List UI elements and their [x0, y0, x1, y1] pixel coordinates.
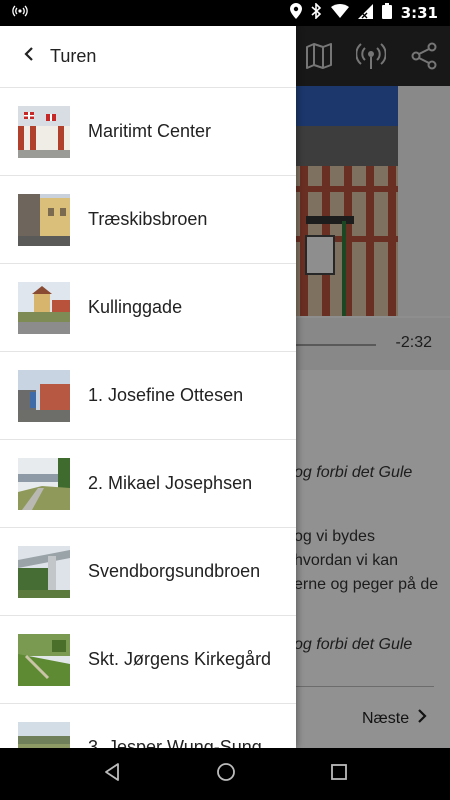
location-thumbnail [18, 545, 70, 598]
drawer-title: Turen [50, 46, 97, 66]
drawer-item[interactable]: Træskibsbroen [0, 176, 296, 264]
navigation-drawer: Turen Maritimt Center Træskibsbroen Kull… [0, 26, 296, 748]
item-label: Træskibsbroen [88, 209, 208, 229]
item-label: Skt. Jørgens Kirkegård [88, 649, 272, 669]
location-icon [289, 3, 302, 23]
signal-icon [357, 3, 373, 23]
recents-icon[interactable] [330, 763, 348, 786]
drawer-item[interactable]: Svendborgsundbroen [0, 528, 296, 616]
drawer-item[interactable]: 2. Mikael Josephsen [0, 440, 296, 528]
location-thumbnail [18, 105, 70, 158]
item-label: 1. Josefine Ottesen [88, 385, 244, 405]
broadcast-status-icon [12, 3, 28, 23]
status-bar: 3:31 [0, 0, 450, 26]
drawer-item[interactable]: Maritimt Center [0, 88, 296, 176]
item-label: Kullinggade [88, 297, 183, 317]
item-label: Svendborgsundbroen [88, 561, 261, 581]
wifi-icon [330, 4, 349, 22]
location-thumbnail [18, 633, 70, 686]
item-label: 2. Mikael Josephsen [88, 473, 253, 493]
home-icon[interactable] [216, 762, 236, 787]
drawer-item[interactable]: Skt. Jørgens Kirkegård [0, 616, 296, 704]
drawer-item[interactable]: Kullinggade [0, 264, 296, 352]
location-thumbnail [18, 721, 70, 748]
drawer-header[interactable]: Turen [0, 26, 296, 88]
battery-icon [381, 3, 392, 23]
item-label: Maritimt Center [88, 121, 212, 141]
drawer-item[interactable]: 1. Josefine Ottesen [0, 352, 296, 440]
bluetooth-icon [311, 2, 322, 23]
drawer-item[interactable]: 3. Jesper Wung-Sung [0, 704, 296, 748]
back-icon[interactable] [102, 762, 122, 787]
item-label: 3. Jesper Wung-Sung [88, 737, 262, 748]
location-thumbnail [18, 193, 70, 246]
location-thumbnail [18, 281, 70, 334]
back-arrow-icon[interactable] [24, 46, 34, 67]
location-thumbnail [18, 457, 70, 510]
status-time: 3:31 [400, 4, 438, 22]
system-nav-bar [0, 748, 450, 800]
location-thumbnail [18, 369, 70, 422]
